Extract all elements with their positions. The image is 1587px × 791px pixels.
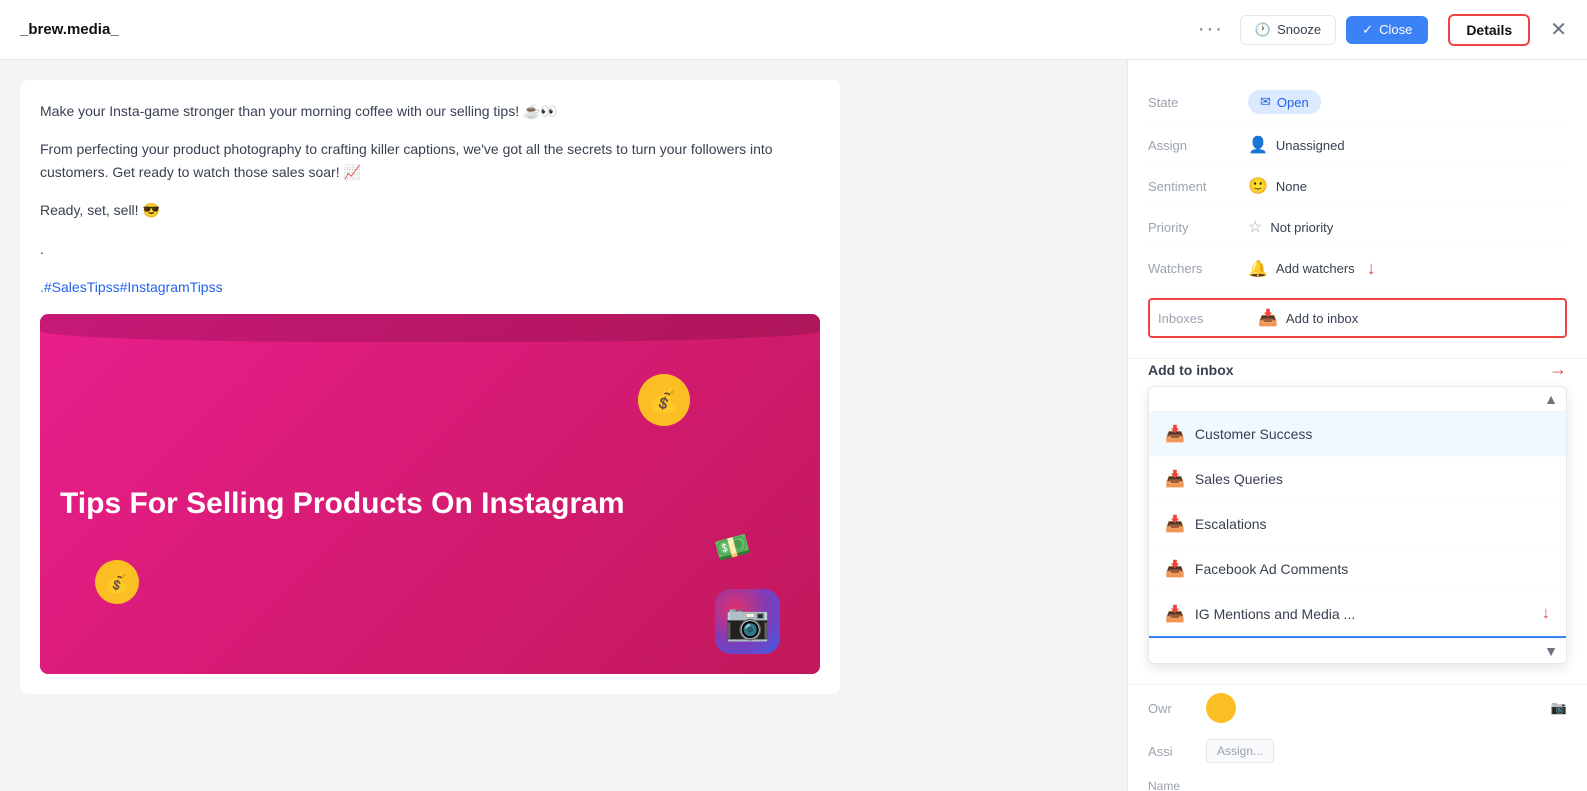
inbox-label-sales-queries: Sales Queries <box>1195 471 1283 487</box>
main-layout: Make your Insta-game stronger than your … <box>0 60 1587 791</box>
content-area: Make your Insta-game stronger than your … <box>0 60 1127 791</box>
instagram-badge: 📷 <box>1551 700 1567 716</box>
state-value: ✉ Open <box>1248 90 1321 114</box>
sentiment-icon: 🙂 <box>1248 176 1268 196</box>
inbox-label-ig: IG Mentions and Media ... <box>1195 606 1355 622</box>
add-to-inbox-section: Add to inbox → ▲ 📥 Customer Success 📥 Sa… <box>1128 359 1587 684</box>
bell-icon: 🔔 <box>1248 259 1268 279</box>
owner-row: Owr 📷 <box>1148 685 1567 731</box>
more-options-button[interactable]: ··· <box>1198 18 1224 41</box>
inbox-dropdown: ▲ 📥 Customer Success 📥 Sales Queries 📥 E… <box>1148 386 1567 664</box>
instagram-logo: 📷 <box>715 589 780 654</box>
right-panel: State ✉ Open Assign 👤 Unassigned Sent <box>1127 60 1587 791</box>
page-title: _brew.media_ <box>20 21 1198 38</box>
close-label: Close <box>1379 22 1412 37</box>
check-icon: ✓ <box>1362 22 1373 38</box>
post-image: Tips For Selling Products On Instagram 💰… <box>40 314 820 674</box>
post-hashtags: .#SalesTipss#InstagramTipss <box>40 276 820 298</box>
post-card: Make your Insta-game stronger than your … <box>20 80 840 694</box>
assign-text: Unassigned <box>1276 138 1345 153</box>
coin-decoration-2: 💰 <box>95 560 139 604</box>
inbox-label-customer-success: Customer Success <box>1195 426 1312 442</box>
priority-text: Not priority <box>1270 220 1333 235</box>
inboxes-row-highlighted: Inboxes 📥 Add to inbox <box>1148 298 1567 338</box>
watchers-value[interactable]: 🔔 Add watchers ↓ <box>1248 258 1376 279</box>
assign-label-bottom: Assi <box>1148 744 1198 759</box>
owner-label: Owr <box>1148 701 1198 716</box>
inbox-item-facebook[interactable]: 📥 Facebook Ad Comments <box>1149 547 1566 592</box>
arrow-ig: ↓ <box>1542 605 1550 623</box>
assign-label: Assign <box>1148 138 1248 153</box>
image-title: Tips For Selling Products On Instagram <box>60 487 800 522</box>
watchers-row: Watchers 🔔 Add watchers ↓ <box>1148 248 1567 290</box>
inbox-icon-state: ✉ <box>1260 94 1271 110</box>
assign-row: Assign 👤 Unassigned <box>1148 125 1567 166</box>
inbox-icon-fb: 📥 <box>1165 559 1185 579</box>
details-button[interactable]: Details <box>1448 14 1530 46</box>
inbox-item-escalations[interactable]: 📥 Escalations <box>1149 502 1566 547</box>
arrow-to-dropdown: → <box>1549 359 1567 380</box>
owner-avatar <box>1206 693 1236 723</box>
star-icon: ☆ <box>1248 217 1262 237</box>
priority-value[interactable]: ☆ Not priority <box>1248 217 1333 237</box>
coin-decoration-1: 💰 <box>638 374 690 426</box>
sentiment-value[interactable]: 🙂 None <box>1248 176 1307 196</box>
sentiment-text: None <box>1276 179 1307 194</box>
add-inbox-text: Add to inbox <box>1286 311 1358 326</box>
post-text-4: . <box>40 238 820 260</box>
priority-label: Priority <box>1148 220 1248 235</box>
arrow-down-watchers: ↓ <box>1367 258 1376 279</box>
snooze-button[interactable]: 🕐 Snooze <box>1240 15 1336 45</box>
inboxes-label: Inboxes <box>1158 311 1258 326</box>
inbox-icon-sq: 📥 <box>1165 469 1185 489</box>
details-section: State ✉ Open Assign 👤 Unassigned Sent <box>1128 60 1587 359</box>
watchers-text: Add watchers <box>1276 261 1355 276</box>
assign-row-bottom: Assi Assign... <box>1148 731 1567 771</box>
scroll-down-button[interactable]: ▼ <box>1544 643 1558 659</box>
add-to-inbox-value[interactable]: 📥 Add to inbox <box>1258 308 1358 328</box>
inbox-icon-btn: 📥 <box>1258 308 1278 328</box>
inbox-label-escalations: Escalations <box>1195 516 1267 532</box>
assign-input[interactable]: Assign... <box>1206 739 1274 763</box>
scroll-up-button[interactable]: ▲ <box>1544 391 1558 407</box>
watchers-label: Watchers <box>1148 261 1248 276</box>
close-panel-button[interactable]: ✕ <box>1550 17 1567 42</box>
inbox-dropdown-title: Add to inbox <box>1148 362 1234 378</box>
money-decoration: 💵 <box>711 527 753 568</box>
name-section: Name _bre <box>1148 771 1567 791</box>
post-text-2: From perfecting your product photography… <box>40 138 820 183</box>
assign-value[interactable]: 👤 Unassigned <box>1248 135 1345 155</box>
inbox-icon-esc: 📥 <box>1165 514 1185 534</box>
user-icon: 👤 <box>1248 135 1268 155</box>
inbox-item-sales-queries[interactable]: 📥 Sales Queries <box>1149 457 1566 502</box>
state-label: State <box>1148 95 1248 110</box>
state-badge[interactable]: ✉ Open <box>1248 90 1321 114</box>
inbox-icon-cs: 📥 <box>1165 424 1185 444</box>
post-text-3: Ready, set, sell! 😎 <box>40 199 820 221</box>
close-button[interactable]: ✓ Close <box>1346 16 1428 44</box>
app-header: _brew.media_ ··· 🕐 Snooze ✓ Close Detail… <box>0 0 1587 60</box>
inbox-icon-ig: 📥 <box>1165 604 1185 624</box>
name-label: Name <box>1148 779 1567 791</box>
state-text: Open <box>1277 95 1309 110</box>
priority-row: Priority ☆ Not priority <box>1148 207 1567 248</box>
snooze-label: Snooze <box>1277 22 1321 37</box>
inbox-item-customer-success[interactable]: 📥 Customer Success <box>1149 412 1566 457</box>
state-row: State ✉ Open <box>1148 80 1567 125</box>
clock-icon: 🕐 <box>1255 22 1271 38</box>
inbox-label-facebook: Facebook Ad Comments <box>1195 561 1348 577</box>
sentiment-row: Sentiment 🙂 None <box>1148 166 1567 207</box>
bottom-panel: Owr 📷 Assi Assign... Name _bre <box>1128 684 1587 791</box>
sentiment-label: Sentiment <box>1148 179 1248 194</box>
inbox-item-ig[interactable]: 📥 IG Mentions and Media ... ↓ <box>1149 592 1566 638</box>
post-text-1: Make your Insta-game stronger than your … <box>40 100 820 122</box>
